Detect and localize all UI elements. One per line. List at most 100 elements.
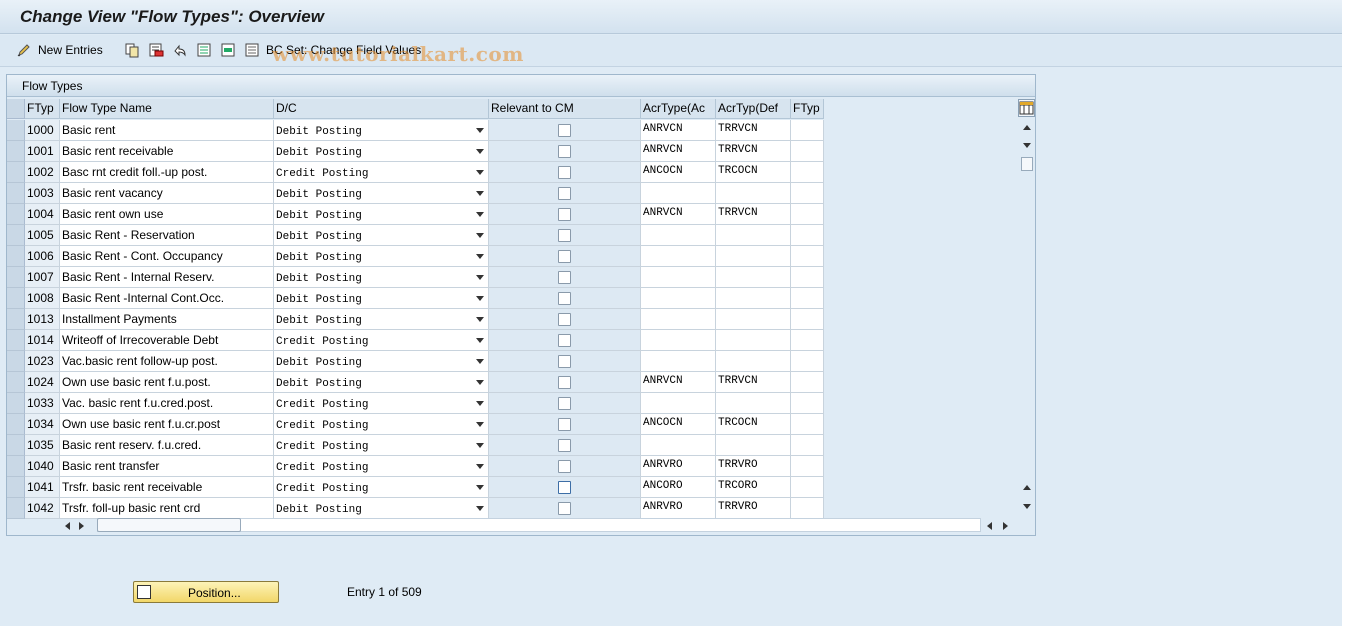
cell-flow-type-name[interactable]: Basic rent receivable (60, 141, 274, 162)
relevant-to-cm-checkbox[interactable] (558, 208, 571, 221)
cell-flow-type-name[interactable]: Writeoff of Irrecoverable Debt (60, 330, 274, 351)
relevant-to-cm-checkbox[interactable] (558, 145, 571, 158)
dc-dropdown[interactable]: Debit Posting (274, 204, 489, 225)
relevant-to-cm-checkbox[interactable] (558, 334, 571, 347)
copy-button[interactable] (124, 41, 140, 59)
dc-dropdown[interactable]: Debit Posting (274, 246, 489, 267)
dc-dropdown[interactable]: Credit Posting (274, 330, 489, 351)
cell-acrtyp-def[interactable] (716, 288, 791, 309)
cell-ftyp-2[interactable] (791, 372, 824, 393)
scroll-far-right-icon[interactable] (1003, 522, 1008, 530)
dc-dropdown[interactable]: Debit Posting (274, 498, 489, 519)
dc-dropdown[interactable]: Debit Posting (274, 120, 489, 141)
cell-acrtyp-def[interactable] (716, 330, 791, 351)
dc-dropdown[interactable]: Debit Posting (274, 183, 489, 204)
chevron-down-icon[interactable] (476, 401, 484, 406)
column-header-ftyp[interactable]: FTyp (25, 99, 60, 119)
cell-ftyp-2[interactable] (791, 414, 824, 435)
cell-acrtype-ac[interactable] (641, 246, 716, 267)
cell-acrtype-ac[interactable]: ANRVRO (641, 498, 716, 519)
cell-flow-type-name[interactable]: Basic rent transfer (60, 456, 274, 477)
row-selector[interactable] (7, 456, 25, 477)
row-selector[interactable] (7, 372, 25, 393)
table-settings-button[interactable] (1018, 99, 1035, 117)
row-selector[interactable] (7, 141, 25, 162)
chevron-down-icon[interactable] (476, 359, 484, 364)
relevant-to-cm-checkbox[interactable] (558, 187, 571, 200)
cell-flow-type-name[interactable]: Installment Payments (60, 309, 274, 330)
row-selector[interactable] (7, 351, 25, 372)
delete-button[interactable] (148, 41, 164, 59)
column-header-flow-type-name[interactable]: Flow Type Name (60, 99, 274, 119)
cell-flow-type-name[interactable]: Basic Rent - Reservation (60, 225, 274, 246)
chevron-down-icon[interactable] (476, 212, 484, 217)
scroll-down-icon[interactable] (1023, 143, 1031, 148)
cell-acrtype-ac[interactable] (641, 309, 716, 330)
relevant-to-cm-checkbox[interactable] (558, 292, 571, 305)
chevron-down-icon[interactable] (476, 443, 484, 448)
cell-acrtyp-def[interactable] (716, 183, 791, 204)
cell-acrtyp-def[interactable]: TRRVCN (716, 204, 791, 225)
row-selector[interactable] (7, 288, 25, 309)
select-block-button[interactable] (220, 41, 236, 59)
cell-acrtype-ac[interactable] (641, 288, 716, 309)
cell-acrtyp-def[interactable]: TRCOCN (716, 414, 791, 435)
chevron-down-icon[interactable] (476, 422, 484, 427)
row-selector[interactable] (7, 309, 25, 330)
cell-flow-type-name[interactable]: Basc rnt credit foll.-up post. (60, 162, 274, 183)
cell-flow-type-name[interactable]: Basic rent reserv. f.u.cred. (60, 435, 274, 456)
cell-acrtyp-def[interactable]: TRRVRO (716, 456, 791, 477)
dc-dropdown[interactable]: Debit Posting (274, 267, 489, 288)
cell-ftyp-2[interactable] (791, 246, 824, 267)
relevant-to-cm-checkbox[interactable] (558, 481, 571, 494)
dc-dropdown[interactable]: Credit Posting (274, 456, 489, 477)
cell-acrtyp-def[interactable] (716, 435, 791, 456)
vertical-scrollbar[interactable] (1019, 119, 1035, 514)
cell-acrtyp-def[interactable]: TRRVCN (716, 120, 791, 141)
cell-flow-type-name[interactable]: Own use basic rent f.u.post. (60, 372, 274, 393)
cell-acrtype-ac[interactable] (641, 225, 716, 246)
cell-acrtype-ac[interactable]: ANRVCN (641, 120, 716, 141)
row-selector[interactable] (7, 183, 25, 204)
scroll-up-icon[interactable] (1023, 125, 1031, 130)
chevron-down-icon[interactable] (476, 128, 484, 133)
row-selector[interactable] (7, 267, 25, 288)
cell-acrtyp-def[interactable]: TRCOCN (716, 162, 791, 183)
column-header-acrtype-ac[interactable]: AcrType(Ac (641, 99, 716, 119)
cell-acrtype-ac[interactable]: ANCORO (641, 477, 716, 498)
relevant-to-cm-checkbox[interactable] (558, 124, 571, 137)
cell-flow-type-name[interactable]: Basic rent vacancy (60, 183, 274, 204)
cell-ftyp-2[interactable] (791, 309, 824, 330)
dc-dropdown[interactable]: Debit Posting (274, 225, 489, 246)
chevron-down-icon[interactable] (476, 338, 484, 343)
cell-acrtype-ac[interactable]: ANRVCN (641, 372, 716, 393)
row-selector[interactable] (7, 477, 25, 498)
chevron-down-icon[interactable] (476, 380, 484, 385)
row-selector[interactable] (7, 414, 25, 435)
cell-ftyp-2[interactable] (791, 477, 824, 498)
cell-acrtyp-def[interactable] (716, 225, 791, 246)
position-button[interactable]: Position... (133, 581, 279, 603)
relevant-to-cm-checkbox[interactable] (558, 229, 571, 242)
scroll-page-down-icon[interactable] (1023, 504, 1031, 509)
row-selector[interactable] (7, 393, 25, 414)
cell-acrtyp-def[interactable]: TRCORO (716, 477, 791, 498)
select-all-rows-cell[interactable] (7, 99, 25, 119)
cell-flow-type-name[interactable]: Basic rent (60, 120, 274, 141)
chevron-down-icon[interactable] (476, 275, 484, 280)
cell-flow-type-name[interactable]: Vac.basic rent follow-up post. (60, 351, 274, 372)
select-all-button[interactable] (196, 41, 212, 59)
cell-acrtype-ac[interactable] (641, 435, 716, 456)
row-selector[interactable] (7, 498, 25, 519)
scroll-right-icon[interactable] (79, 522, 84, 530)
chevron-down-icon[interactable] (476, 317, 484, 322)
scroll-page-up-icon[interactable] (1023, 485, 1031, 490)
chevron-down-icon[interactable] (476, 170, 484, 175)
chevron-down-icon[interactable] (476, 233, 484, 238)
dc-dropdown[interactable]: Credit Posting (274, 393, 489, 414)
column-header-acrtyp-def[interactable]: AcrTyp(Def (716, 99, 791, 119)
cell-flow-type-name[interactable]: Basic Rent -Internal Cont.Occ. (60, 288, 274, 309)
dc-dropdown[interactable]: Credit Posting (274, 435, 489, 456)
scroll-left-icon[interactable] (65, 522, 70, 530)
cell-flow-type-name[interactable]: Basic Rent - Internal Reserv. (60, 267, 274, 288)
